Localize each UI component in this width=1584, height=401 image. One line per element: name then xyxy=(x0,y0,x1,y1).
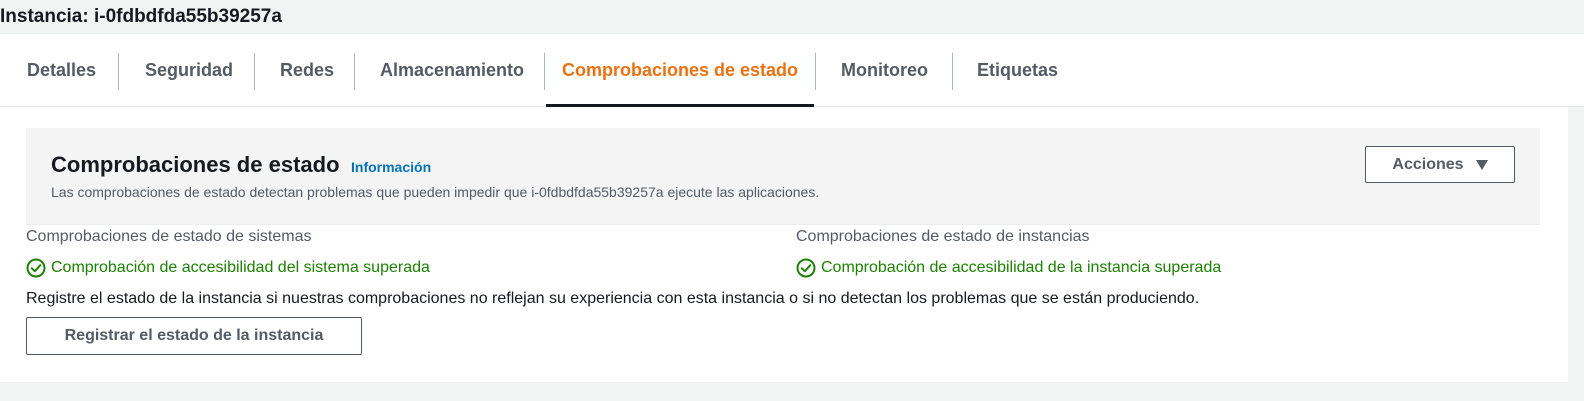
system-check-status: Comprobación de accesibilidad del sistem… xyxy=(26,258,430,278)
panel-title: Comprobaciones de estado xyxy=(51,152,340,177)
instance-check-status-text: Comprobación de accesibilidad de la inst… xyxy=(821,259,1222,276)
panel-description: Las comprobaciones de estado detectan pr… xyxy=(51,184,820,200)
check-circle-icon xyxy=(796,258,816,278)
info-link[interactable]: Información xyxy=(351,159,431,175)
divider xyxy=(26,224,1540,225)
report-note: Registre el estado de la instancia si nu… xyxy=(26,290,1200,307)
tab-seguridad[interactable]: Seguridad xyxy=(145,34,233,107)
panel-header: Comprobaciones de estado Información Las… xyxy=(26,128,1540,224)
tab-almacenamiento[interactable]: Almacenamiento xyxy=(380,34,524,107)
instance-checks-label: Comprobaciones de estado de instancias xyxy=(796,228,1090,245)
scrollbar-track[interactable] xyxy=(1568,107,1584,382)
tab-comprobaciones-de-estado[interactable]: Comprobaciones de estado xyxy=(546,34,814,107)
caret-down-icon xyxy=(1475,159,1488,170)
actions-dropdown-button[interactable]: Acciones xyxy=(1365,146,1515,183)
system-check-status-text: Comprobación de accesibilidad del sistem… xyxy=(51,259,430,276)
actions-button-label: Acciones xyxy=(1392,155,1464,173)
tab-separator xyxy=(815,53,816,90)
tab-separator xyxy=(354,53,355,90)
system-checks-label: Comprobaciones de estado de sistemas xyxy=(26,228,312,245)
tab-etiquetas[interactable]: Etiquetas xyxy=(977,34,1058,107)
report-instance-status-button[interactable]: Registrar el estado de la instancia xyxy=(26,317,362,355)
tab-separator xyxy=(544,53,545,90)
check-circle-icon xyxy=(26,258,46,278)
tab-redes[interactable]: Redes xyxy=(280,34,334,107)
tab-separator xyxy=(254,53,255,90)
tab-separator xyxy=(952,53,953,90)
status-checks-content: Comprobaciones de estado Información Las… xyxy=(0,107,1568,382)
tab-detalles[interactable]: Detalles xyxy=(27,34,96,107)
instance-check-status: Comprobación de accesibilidad de la inst… xyxy=(796,258,1221,278)
tab-separator xyxy=(118,53,119,90)
tab-monitoreo[interactable]: Monitoreo xyxy=(841,34,928,107)
tab-bar: Detalles Seguridad Redes Almacenamiento … xyxy=(0,33,1584,107)
instance-title: Instancia: i-0fdbdfda55b39257a xyxy=(0,0,1584,33)
